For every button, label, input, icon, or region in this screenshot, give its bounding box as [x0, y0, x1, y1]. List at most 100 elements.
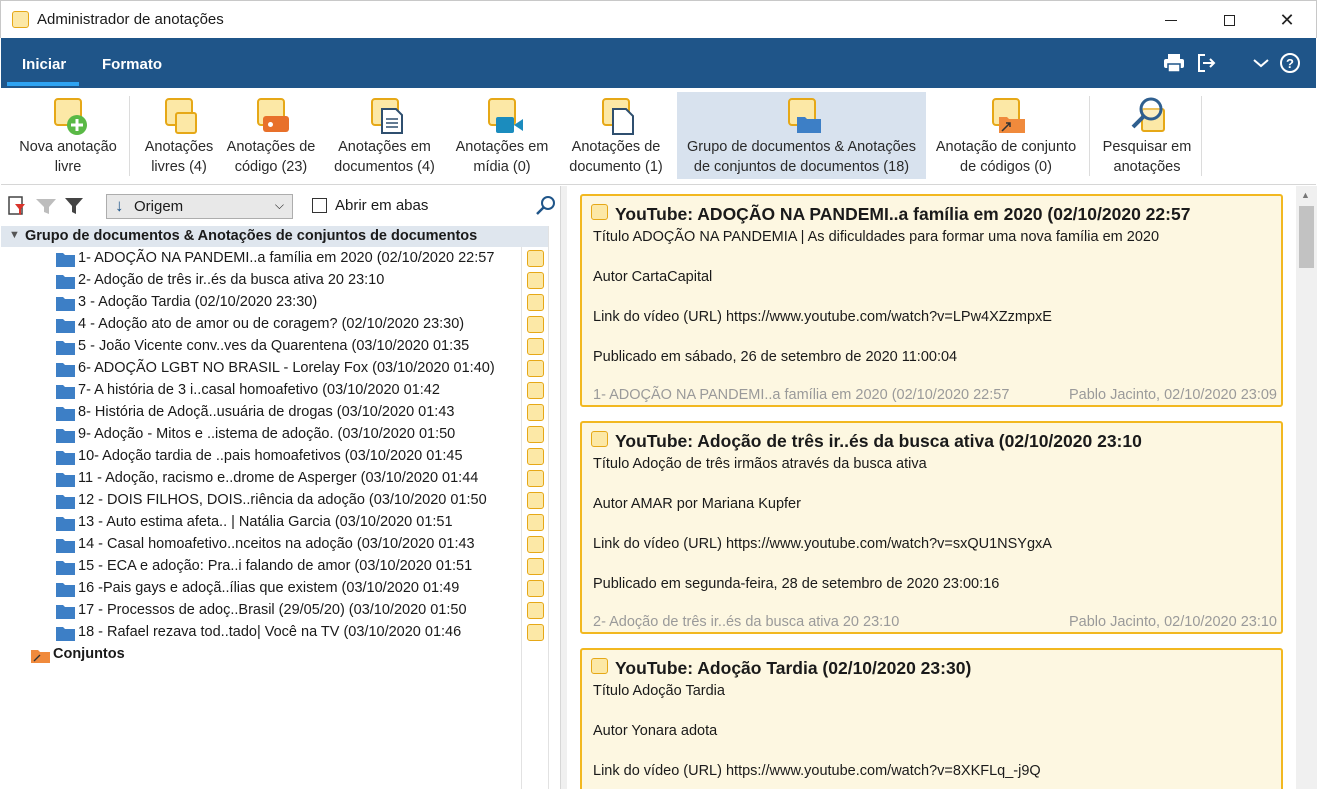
media-notes-button[interactable]: Anotações em mídia (0) [448, 88, 556, 183]
media-notes-icon [484, 96, 523, 134]
note-icon[interactable] [527, 316, 544, 333]
scrollbar-thumb[interactable] [1299, 206, 1314, 268]
tree-row[interactable]: 16 -Pais gays e adoçã..ílias que existem… [1, 578, 521, 600]
note-icon[interactable] [527, 514, 544, 531]
tree-row[interactable]: 11 - Adoção, racismo e..drome de Asperge… [1, 468, 521, 490]
note-icon[interactable] [527, 250, 544, 267]
tree-row-label: 17 - Processos de adoç..Brasil (29/05/20… [78, 602, 467, 618]
tree-row[interactable]: 8- História de Adoçã..usuária de drogas … [1, 402, 521, 424]
ribbon-label: anotações [1113, 159, 1181, 175]
tree-row[interactable]: 17 - Processos de adoç..Brasil (29/05/20… [1, 600, 521, 622]
tree-row[interactable]: 5 - João Vicente conv..ves da Quarentena… [1, 336, 521, 358]
note-card[interactable]: YouTube: Adoção Tardia (02/10/2020 23:30… [580, 648, 1283, 789]
ribbon-label: Grupo de documentos & Anotações [687, 139, 916, 155]
note-card-line: Autor AMAR por Mariana Kupfer [593, 496, 801, 512]
folder-icon [56, 473, 75, 487]
chevron-down-icon[interactable] [1248, 50, 1274, 76]
tree-row[interactable]: 9- Adoção - Mitos e ..istema de adoção. … [1, 424, 521, 446]
folder-icon [56, 539, 75, 553]
note-card-title: YouTube: Adoção Tardia (02/10/2020 23:30… [615, 658, 972, 678]
tree-row[interactable]: 4 - Adoção ato de amor ou de coragem? (0… [1, 314, 521, 336]
tree-row[interactable]: 2- Adoção de três ir..és da busca ativa … [1, 270, 521, 292]
note-card-source[interactable]: 2- Adoção de três ir..és da busca ativa … [593, 614, 899, 630]
conjuntos-label: Conjuntos [53, 646, 125, 662]
scroll-up-icon[interactable]: ▲ [1301, 190, 1310, 200]
note-card-line: Link do vídeo (URL) https://www.youtube.… [593, 763, 1041, 779]
filter-icon[interactable] [63, 195, 85, 217]
collapse-icon[interactable]: ▼ [9, 229, 20, 241]
left-panel: ↓ Origem ⌵ Abrir em abas ▼ Grupo de docu… [1, 186, 561, 789]
code-set-note-button[interactable]: Anotação de conjunto de códigos (0) [929, 88, 1083, 183]
column-divider [521, 247, 522, 789]
sort-down-icon: ↓ [115, 196, 124, 215]
note-icon[interactable] [527, 580, 544, 597]
note-icon[interactable] [527, 624, 544, 641]
new-free-note-button[interactable]: Nova anotação livre [9, 88, 127, 183]
tree-row-label: 16 -Pais gays e adoçã..ílias que existem… [78, 580, 460, 596]
tree-row[interactable]: 1- ADOÇÃO NA PANDEMI..a família em 2020 … [1, 248, 521, 270]
note-card-author: Pablo Jacinto, 02/10/2020 23:10 [1069, 614, 1277, 630]
close-button[interactable]: ✕ [1264, 1, 1310, 39]
doc-group-notes-button[interactable]: Grupo de documentos & Anotações de conjun… [677, 92, 926, 179]
left-toolbar: ↓ Origem ⌵ Abrir em abas [1, 186, 561, 226]
export-icon[interactable] [1193, 50, 1219, 76]
tree-row[interactable]: 10- Adoção tardia de ..pais homoafetivos… [1, 446, 521, 468]
help-icon[interactable]: ? [1277, 50, 1303, 76]
ribbon-label: Anotações de [226, 139, 316, 155]
tree-row[interactable]: 3 - Adoção Tardia (02/10/2020 23:30) [1, 292, 521, 314]
note-icon[interactable] [527, 492, 544, 509]
free-notes-icon [161, 96, 197, 134]
ribbon-separator [1201, 96, 1202, 176]
note-icon[interactable] [527, 448, 544, 465]
tree-row[interactable]: 14 - Casal homoafetivo..nceitos na adoçã… [1, 534, 521, 556]
tree-group-header[interactable]: ▼ Grupo de documentos & Anotações de con… [1, 226, 548, 247]
folder-icon [56, 627, 75, 641]
abrir-em-abas-checkbox[interactable] [312, 198, 327, 213]
ribbon-label: código (23) [234, 159, 308, 175]
filter-remove-icon[interactable] [6, 195, 28, 217]
note-card-line: Autor CartaCapital [593, 269, 713, 285]
note-icon[interactable] [527, 602, 544, 619]
tab-formato[interactable]: Formato [102, 56, 162, 73]
search-icon[interactable] [535, 195, 557, 217]
minimize-button[interactable] [1148, 1, 1194, 39]
tree-row-label: 15 - ECA e adoção: Pra..i falando de amo… [78, 558, 473, 574]
note-icon[interactable] [527, 470, 544, 487]
note-icon[interactable] [527, 294, 544, 311]
print-icon[interactable] [1161, 50, 1187, 76]
origem-sort-dropdown[interactable]: ↓ Origem ⌵ [106, 194, 293, 219]
note-icon[interactable] [527, 382, 544, 399]
code-notes-button[interactable]: Anotações de código (23) [221, 88, 321, 183]
filter-code-icon[interactable] [35, 195, 57, 217]
search-notes-button[interactable]: Pesquisar em anotações [1095, 88, 1199, 183]
tab-iniciar[interactable]: Iniciar [22, 56, 66, 73]
note-icon[interactable] [527, 426, 544, 443]
note-card[interactable]: YouTube: Adoção de três ir..és da busca … [580, 421, 1283, 634]
tree-row[interactable]: 6- ADOÇÃO LGBT NO BRASIL - Lorelay Fox (… [1, 358, 521, 380]
vertical-scrollbar[interactable]: ▲ [1296, 186, 1317, 789]
tree-row[interactable]: 12 - DOIS FILHOS, DOIS..riência da adoçã… [1, 490, 521, 512]
maximize-button[interactable] [1206, 1, 1252, 39]
note-icon[interactable] [527, 536, 544, 553]
doc-note-button[interactable]: Anotações de documento (1) [561, 88, 671, 183]
app-note-icon [12, 11, 29, 28]
note-card[interactable]: YouTube: ADOÇÃO NA PANDEMI..a família em… [580, 194, 1283, 407]
note-icon[interactable] [527, 338, 544, 355]
tree-row[interactable]: 18 - Rafael rezava tod..tado| Você na TV… [1, 622, 521, 644]
ribbon-separator [129, 96, 130, 176]
document-notes-button[interactable]: Anotações em documentos (4) [327, 88, 442, 183]
note-icon[interactable] [527, 360, 544, 377]
tree-row[interactable]: 7- A história de 3 i..casal homoafetivo … [1, 380, 521, 402]
note-icon[interactable] [527, 272, 544, 289]
tree-row[interactable]: 15 - ECA e adoção: Pra..i falando de amo… [1, 556, 521, 578]
tree-row-label: 14 - Casal homoafetivo..nceitos na adoçã… [78, 536, 475, 552]
note-icon[interactable] [527, 558, 544, 575]
folder-icon [56, 451, 75, 465]
free-notes-button[interactable]: Anotações livres (4) [137, 88, 221, 183]
note-card-source[interactable]: 1- ADOÇÃO NA PANDEMI..a família em 2020 … [593, 387, 1009, 403]
ribbon-label: Anotações em [338, 139, 431, 155]
note-icon[interactable] [527, 404, 544, 421]
tree-row[interactable]: 13 - Auto estima afeta.. | Natália Garci… [1, 512, 521, 534]
ribbon-label: Pesquisar em [1102, 139, 1192, 155]
tree-conjuntos[interactable]: Conjuntos [1, 644, 401, 666]
